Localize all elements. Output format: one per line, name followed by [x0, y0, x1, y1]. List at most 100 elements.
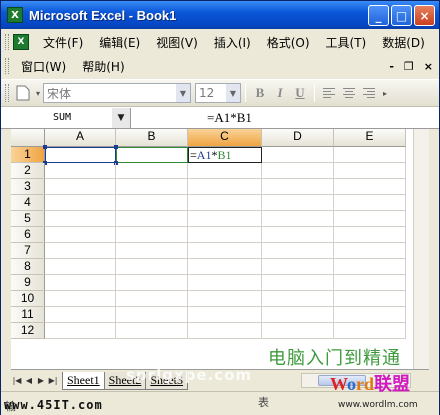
row-header[interactable]: 3 [11, 179, 45, 195]
menu-edit[interactable]: 编辑(E) [91, 34, 148, 51]
cell-b1[interactable] [116, 147, 188, 163]
toolbar-dropdown-icon[interactable]: ▾ [33, 83, 43, 103]
row-header[interactable]: 4 [11, 195, 45, 211]
column-header-e[interactable]: E [334, 129, 406, 147]
row-header[interactable]: 5 [11, 211, 45, 227]
range-handle[interactable] [114, 145, 118, 149]
menu-help[interactable]: 帮助(H) [74, 58, 132, 75]
prev-sheet-icon[interactable]: ◀ [23, 374, 35, 388]
underline-button[interactable]: U [290, 83, 310, 103]
row-header[interactable]: 10 [11, 291, 45, 307]
column-header-d[interactable]: D [262, 129, 334, 147]
grid-cell[interactable] [116, 323, 188, 339]
row-header[interactable]: 9 [11, 275, 45, 291]
vertical-scrollbar[interactable] [413, 129, 429, 369]
next-sheet-icon[interactable]: ▶ [35, 374, 47, 388]
grid-cell[interactable] [188, 275, 262, 291]
grid-cell[interactable] [188, 243, 262, 259]
row-header[interactable]: 2 [11, 163, 45, 179]
grid-cell[interactable] [334, 179, 406, 195]
grid-cell[interactable] [334, 275, 406, 291]
grid-cell[interactable] [116, 179, 188, 195]
minimize-button[interactable]: _ [368, 5, 389, 26]
grid-cell[interactable] [334, 227, 406, 243]
formula-input[interactable]: =A1*B1 [207, 110, 252, 126]
cell-c1[interactable]: =A1*B1 [188, 147, 262, 163]
grid-cell[interactable] [45, 307, 116, 323]
grid-cell[interactable] [45, 179, 116, 195]
font-size-combo[interactable]: 12 ▼ [195, 83, 241, 103]
tab-sheet1[interactable]: Sheet1 [62, 371, 105, 390]
range-handle[interactable] [43, 145, 47, 149]
font-name-combo[interactable]: 宋体 ▼ [43, 83, 191, 103]
grid-cell[interactable] [262, 243, 334, 259]
menu-file[interactable]: 文件(F) [35, 34, 91, 51]
column-header-a[interactable]: A [45, 129, 116, 147]
bold-button[interactable]: B [250, 83, 270, 103]
toolbar-overflow-icon[interactable]: ▸ [379, 83, 391, 103]
grid-cell[interactable] [116, 291, 188, 307]
grid-cell[interactable] [334, 195, 406, 211]
toolbar-grip[interactable] [5, 34, 9, 50]
doc-minimize-button[interactable]: - [389, 60, 394, 73]
grid-cell[interactable] [188, 163, 262, 179]
select-all-corner[interactable] [11, 129, 45, 147]
doc-close-button[interactable]: × [424, 60, 433, 73]
grid-cell[interactable] [334, 163, 406, 179]
row-header[interactable]: 11 [11, 307, 45, 323]
grid-cell[interactable] [188, 179, 262, 195]
grid-cell[interactable] [116, 275, 188, 291]
menu-data[interactable]: 数据(D) [374, 34, 433, 51]
align-left-icon[interactable] [319, 83, 339, 103]
grid-cell[interactable] [188, 307, 262, 323]
grid-cell[interactable] [116, 243, 188, 259]
grid-cell[interactable] [334, 211, 406, 227]
row-header[interactable]: 12 [11, 323, 45, 339]
italic-button[interactable]: I [270, 83, 290, 103]
grid-cell[interactable] [334, 323, 406, 339]
menu-insert[interactable]: 插入(I) [206, 34, 259, 51]
grid-cell[interactable] [45, 163, 116, 179]
workbook-icon[interactable]: X [13, 34, 29, 50]
grid-cell[interactable] [45, 227, 116, 243]
grid-cell[interactable] [116, 195, 188, 211]
new-document-icon[interactable] [13, 83, 33, 103]
grid-cell[interactable] [45, 291, 116, 307]
close-button[interactable]: × [414, 5, 435, 26]
column-header-b[interactable]: B [116, 129, 188, 147]
cell-e1[interactable] [334, 147, 406, 163]
toolbar-grip[interactable] [5, 84, 9, 102]
chevron-down-icon[interactable]: ▼ [226, 84, 240, 102]
grid-cell[interactable] [262, 195, 334, 211]
last-sheet-icon[interactable]: ▶| [47, 374, 59, 388]
row-header[interactable]: 8 [11, 259, 45, 275]
grid-cell[interactable] [188, 259, 262, 275]
menu-window[interactable]: 窗口(W) [13, 58, 74, 75]
grid-cell[interactable] [116, 163, 188, 179]
grid-cell[interactable] [45, 195, 116, 211]
grid-cell[interactable] [262, 307, 334, 323]
chevron-down-icon[interactable]: ▼ [176, 84, 190, 102]
grid-cell[interactable] [45, 323, 116, 339]
menu-view[interactable]: 视图(V) [148, 34, 206, 51]
doc-restore-button[interactable]: ❐ [404, 60, 414, 73]
maximize-button[interactable]: □ [391, 5, 412, 26]
grid-cell[interactable] [116, 227, 188, 243]
align-center-icon[interactable] [339, 83, 359, 103]
grid-cell[interactable] [262, 323, 334, 339]
row-header[interactable]: 1 [11, 147, 45, 163]
cell-d1[interactable] [262, 147, 334, 163]
first-sheet-icon[interactable]: |◀ [11, 374, 23, 388]
grid-cell[interactable] [334, 243, 406, 259]
worksheet-grid[interactable]: A B C D E 1 =A1*B1 2 3 4 5 6 7 8 9 10 11 12 [11, 129, 429, 369]
grid-cell[interactable] [334, 307, 406, 323]
grid-cell[interactable] [334, 259, 406, 275]
name-box[interactable]: SUM ▼ [1, 107, 131, 128]
grid-cell[interactable] [188, 323, 262, 339]
column-header-c[interactable]: C [188, 129, 262, 147]
grid-cell[interactable] [262, 227, 334, 243]
grid-cell[interactable] [45, 259, 116, 275]
row-header[interactable]: 7 [11, 243, 45, 259]
row-header[interactable]: 6 [11, 227, 45, 243]
grid-cell[interactable] [262, 163, 334, 179]
